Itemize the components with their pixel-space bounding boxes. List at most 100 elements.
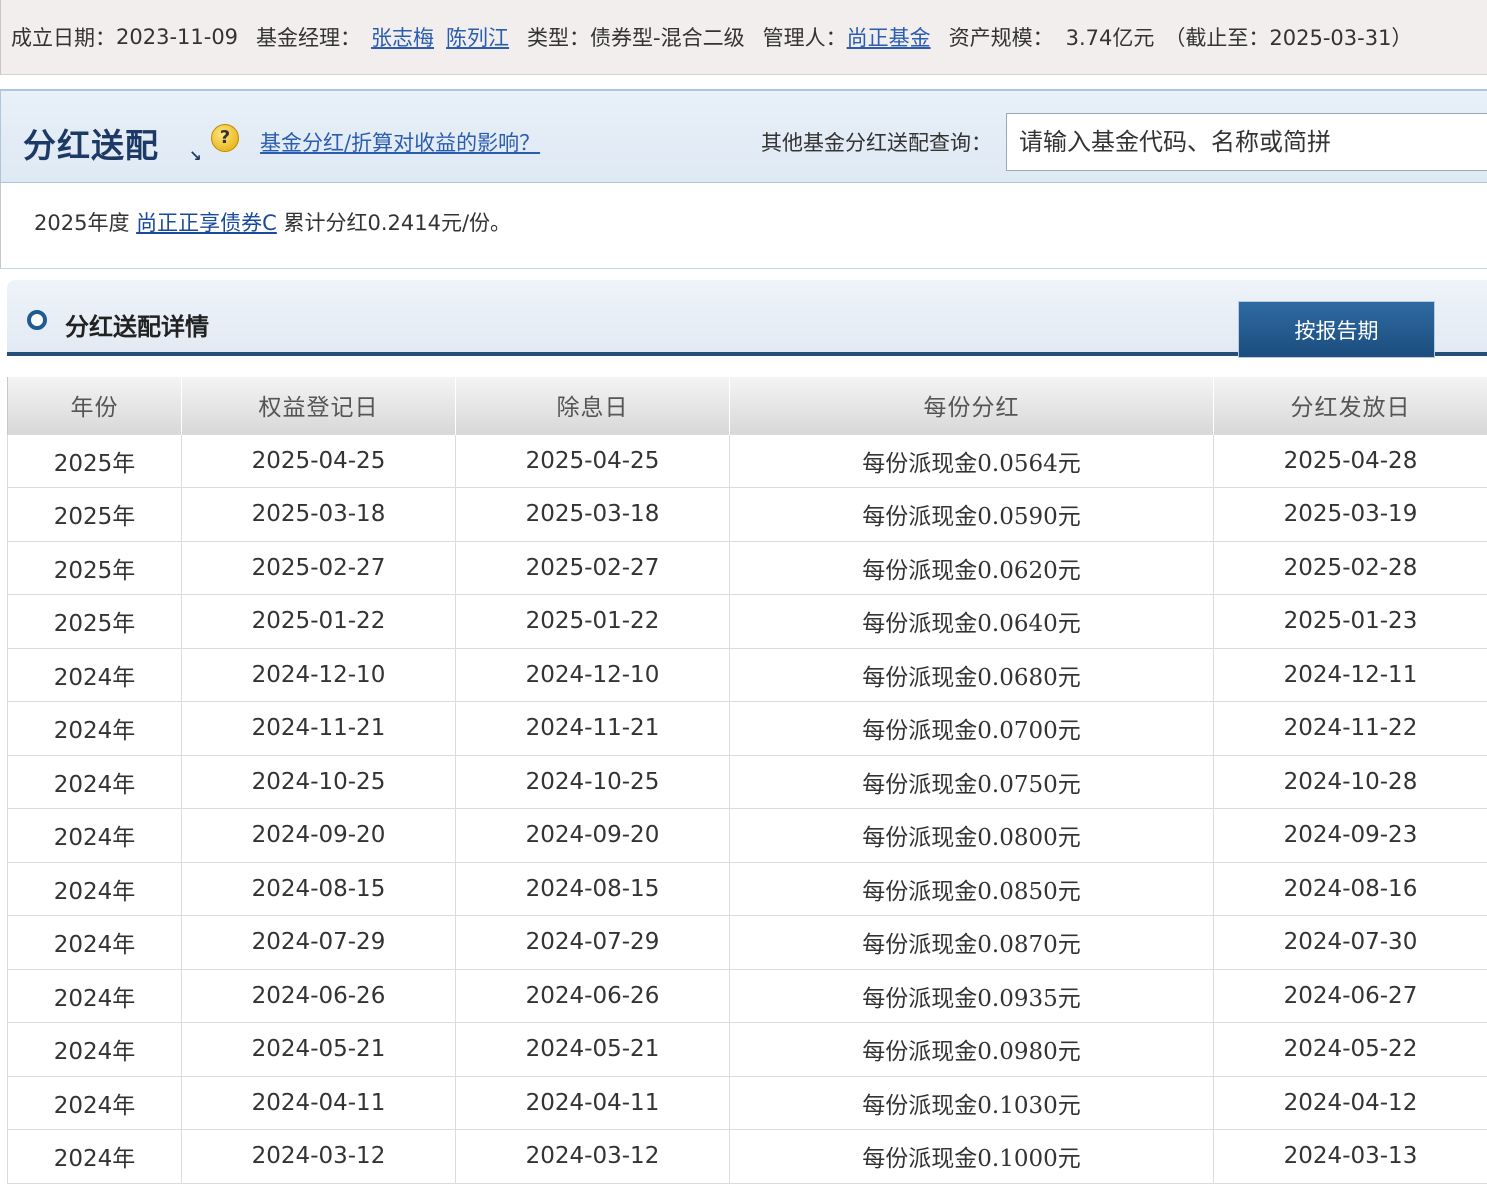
table-row: 2024年 2024-10-25 2024-10-25 每份派现金0.0750元 202… [7,754,1487,809]
manager-label: 基金经理： [256,26,362,50]
company-link[interactable]: 尚正基金 [847,22,931,52]
record-date-cell: 2025-03-18 [181,487,456,542]
pay-date-cell: 2024-10-28 [1213,754,1487,809]
table-row: 2024年 2024-11-21 2024-11-21 每份派现金0.0700元 202… [7,701,1487,756]
ex-date-cell: 2024-04-11 [455,1075,730,1130]
dividend-cell: 每份派现金0.0620元 [729,540,1214,595]
record-date-cell: 2024-03-12 [181,1129,456,1184]
year-cell: 2024年 [7,861,182,916]
tab-by-report-period[interactable]: 按报告期 [1238,301,1435,358]
pay-date-cell: 2024-09-23 [1213,808,1487,863]
year-cell: 2024年 [7,968,182,1023]
record-date-cell: 2024-10-25 [181,754,456,809]
ex-date-cell: 2024-06-26 [455,968,730,1023]
ex-date-cell: 2024-09-20 [455,808,730,863]
record-date-cell: 2024-04-11 [181,1075,456,1130]
pay-date-cell: 2024-11-22 [1213,701,1487,756]
arrow-down-right-icon: ↘ [189,147,202,165]
column-header-year: 年份 [7,377,182,434]
dividend-section-header: 分红送配 ↘ ? 基金分红/折算对收益的影响？ 其他基金分红送配查询： [0,89,1487,183]
dividend-cell: 每份派现金0.0640元 [729,594,1214,649]
type-value: 债券型-混合二级 [590,26,745,50]
established-label: 成立日期： [11,26,116,50]
record-date-cell: 2024-05-21 [181,1022,456,1077]
company-label: 管理人： [762,26,847,50]
type-label: 类型： [527,26,591,50]
size-value: 3.74亿元 [1065,26,1155,50]
dividend-cell: 每份派现金0.0590元 [729,487,1214,542]
column-header-dividend: 每份分红 [729,377,1214,434]
summary-line: 2025年度 尚正正享债券C 累计分红0.2414元/份。 [34,207,511,237]
year-cell: 2024年 [7,915,182,970]
record-date-cell: 2024-08-15 [181,861,456,916]
summary-total: 累计分红0.2414元/份。 [283,211,512,235]
table-row: 2025年 2025-01-22 2025-01-22 每份派现金0.0640元 202… [7,594,1487,649]
dividend-cell: 每份派现金0.1000元 [729,1129,1214,1184]
year-cell: 2024年 [7,1022,182,1077]
table-header-row: 年份 权益登记日 除息日 每份分红 分红发放日 [7,377,1487,434]
ex-date-cell: 2025-03-18 [455,487,730,542]
record-date-cell: 2025-02-27 [181,540,456,595]
fund-info-bar: 成立日期： 2023-11-09 基金经理： 张志梅 陈列江 类型： 债券型-混… [0,0,1487,75]
ex-date-cell: 2024-05-21 [455,1022,730,1077]
table-row: 2025年 2025-04-25 2025-04-25 每份派现金0.0564元 202… [7,433,1487,488]
dividend-impact-link[interactable]: 基金分红/折算对收益的影响？ [260,127,540,157]
dividend-cell: 每份派现金0.0800元 [729,808,1214,863]
manager-link-2[interactable]: 陈列江 [446,22,509,52]
dividend-table: 年份 权益登记日 除息日 每份分红 分红发放日 2025年 2025-04-25 2… [7,377,1487,1184]
record-date-cell: 2024-06-26 [181,968,456,1023]
detail-title: 分红送配详情 [65,312,209,341]
pay-date-cell: 2025-01-23 [1213,594,1487,649]
help-icon[interactable]: ? [211,124,239,152]
dividend-cell: 每份派现金0.0870元 [729,915,1214,970]
record-date-cell: 2024-09-20 [181,808,456,863]
year-cell: 2024年 [7,808,182,863]
fund-name-link[interactable]: 尚正正享债券C [136,211,277,235]
pay-date-cell: 2024-04-12 [1213,1075,1487,1130]
ex-date-cell: 2024-12-10 [455,647,730,702]
detail-panel-header: 分红送配详情 按报告期 [7,280,1487,358]
dividend-cell: 每份派现金0.0700元 [729,701,1214,756]
table-row: 2025年 2025-03-18 2025-03-18 每份派现金0.0590元 202… [7,487,1487,542]
dividend-cell: 每份派现金0.0935元 [729,968,1214,1023]
ex-date-cell: 2024-07-29 [455,915,730,970]
search-label: 其他基金分红送配查询： [761,131,992,155]
table-row: 2024年 2024-05-21 2024-05-21 每份派现金0.0980元 202… [7,1022,1487,1077]
ex-date-cell: 2024-10-25 [455,754,730,809]
table-row: 2024年 2024-08-15 2024-08-15 每份派现金0.0850元 202… [7,861,1487,916]
size-label: 资产规模： [948,26,1054,50]
circle-bullet-icon [27,310,47,330]
pay-date-cell: 2024-08-16 [1213,861,1487,916]
ex-date-cell: 2025-01-22 [455,594,730,649]
pay-date-cell: 2024-03-13 [1213,1129,1487,1184]
ex-date-cell: 2024-08-15 [455,861,730,916]
dividend-cell: 每份派现金0.1030元 [729,1075,1214,1130]
pay-date-cell: 2024-12-11 [1213,647,1487,702]
year-cell: 2025年 [7,540,182,595]
table-row: 2024年 2024-06-26 2024-06-26 每份派现金0.0935元 202… [7,968,1487,1023]
established-value: 2023-11-09 [116,25,239,49]
record-date-cell: 2024-12-10 [181,647,456,702]
table-row: 2025年 2025-02-27 2025-02-27 每份派现金0.0620元 202… [7,540,1487,595]
pay-date-cell: 2025-02-28 [1213,540,1487,595]
pay-date-cell: 2024-07-30 [1213,915,1487,970]
record-date-cell: 2025-04-25 [181,433,456,488]
year-cell: 2024年 [7,1075,182,1130]
ex-date-cell: 2025-04-25 [455,433,730,488]
manager-link-1[interactable]: 张志梅 [371,22,434,52]
column-header-record-date: 权益登记日 [181,377,456,434]
fund-search-input[interactable] [1006,113,1487,171]
table-body: 2025年 2025-04-25 2025-04-25 每份派现金0.0564元 202… [7,433,1487,1184]
table-row: 2024年 2024-04-11 2024-04-11 每份派现金0.1030元 202… [7,1075,1487,1130]
ex-date-cell: 2024-11-21 [455,701,730,756]
record-date-cell: 2025-01-22 [181,594,456,649]
column-header-ex-date: 除息日 [455,377,730,434]
size-date: （截止至：2025-03-31） [1164,26,1413,50]
record-date-cell: 2024-11-21 [181,701,456,756]
table-row: 2024年 2024-09-20 2024-09-20 每份派现金0.0800元 202… [7,808,1487,863]
table-row: 2024年 2024-12-10 2024-12-10 每份派现金0.0680元 202… [7,647,1487,702]
pay-date-cell: 2024-05-22 [1213,1022,1487,1077]
summary-year: 2025年度 [34,211,130,235]
dividend-cell: 每份派现金0.0680元 [729,647,1214,702]
dividend-cell: 每份派现金0.0750元 [729,754,1214,809]
